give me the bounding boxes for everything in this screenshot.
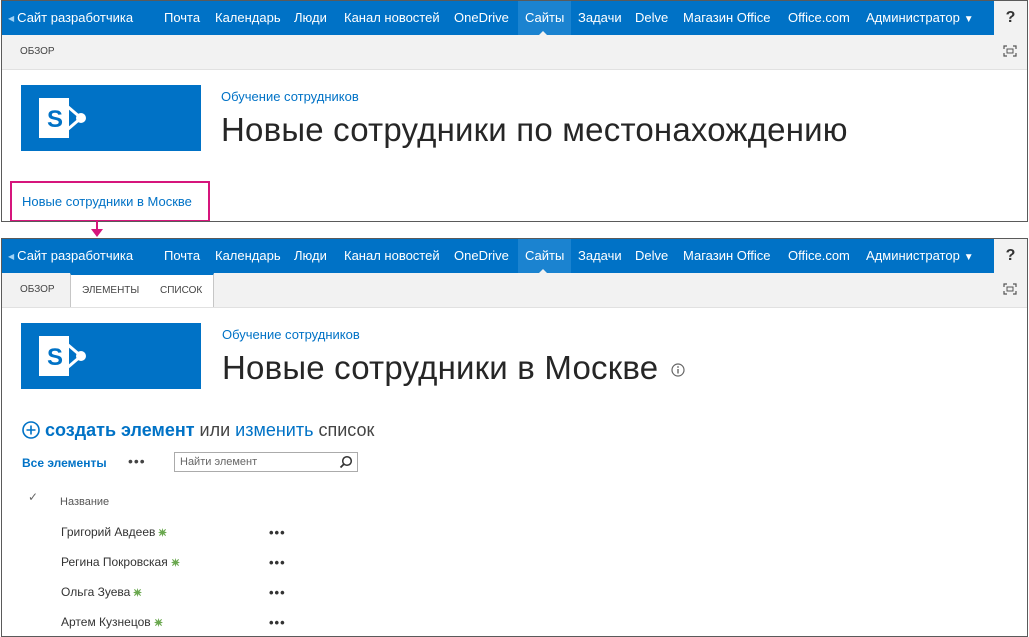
nav-onedrive[interactable]: OneDrive	[454, 1, 509, 35]
item-more-button[interactable]: •••	[269, 525, 286, 540]
ribbon: ОБЗОР	[2, 35, 1027, 70]
nav-delve[interactable]: Delve	[635, 239, 668, 273]
nav-newsfeed[interactable]: Канал новостей	[344, 1, 440, 35]
nav-newsfeed[interactable]: Канал новостей	[344, 239, 440, 273]
page-title: Новые сотрудники в Москве	[222, 349, 659, 386]
nav-calendar[interactable]: Календарь	[215, 239, 281, 273]
list-item[interactable]: Артем Кузнецов	[61, 615, 163, 629]
back-caret-icon: ◀	[8, 252, 15, 261]
list-text: список	[318, 420, 375, 440]
nav-mail[interactable]: Почта	[164, 1, 200, 35]
callout-arrow-head-icon	[91, 229, 103, 237]
search-input[interactable]	[175, 453, 340, 471]
nav-office-com[interactable]: Office.com	[788, 1, 850, 35]
list-item[interactable]: Регина Покровская	[61, 555, 180, 569]
help-button[interactable]: ?	[994, 239, 1027, 273]
new-item-icon	[153, 618, 163, 627]
nav-people[interactable]: Люди	[294, 1, 327, 35]
ribbon: ОБЗОР ЭЛЕМЕНТЫ СПИСОК	[2, 273, 1027, 308]
nav-office-store[interactable]: Магазин Office	[683, 1, 770, 35]
nav-calendar[interactable]: Календарь	[215, 1, 281, 35]
back-caret-icon: ◀	[8, 14, 15, 23]
contextual-tab-group: ЭЛЕМЕНТЫ СПИСОК	[70, 273, 214, 307]
list-item[interactable]: Григорий Авдеев	[61, 525, 168, 539]
chevron-down-icon: ▼	[963, 14, 974, 25]
tab-items[interactable]: ЭЛЕМЕНТЫ	[82, 275, 139, 307]
breadcrumb-site-link[interactable]: Обучение сотрудников	[222, 327, 360, 342]
tab-list[interactable]: СПИСОК	[160, 275, 202, 307]
nav-tasks[interactable]: Задачи	[578, 1, 622, 35]
new-item-icon	[133, 588, 143, 597]
nav-office-com[interactable]: Office.com	[788, 239, 850, 273]
focus-on-content-icon[interactable]	[1003, 45, 1017, 57]
new-item-icon	[170, 558, 180, 567]
svg-text:S: S	[47, 344, 63, 371]
select-all-checkmark-icon[interactable]: ✓	[28, 490, 38, 504]
nav-developer-site[interactable]: ◀ Сайт разработчика	[8, 239, 133, 273]
help-button[interactable]: ?	[994, 1, 1027, 35]
nav-onedrive[interactable]: OneDrive	[454, 239, 509, 273]
tab-browse[interactable]: ОБЗОР	[14, 35, 61, 69]
edit-list-link[interactable]: изменить	[235, 420, 313, 440]
nav-delve[interactable]: Delve	[635, 1, 668, 35]
create-edit-row: создать элемент или изменить список	[22, 420, 374, 441]
site-page-panel: ◀ Сайт разработчика Почта Календарь Люди …	[1, 0, 1028, 222]
item-more-button[interactable]: •••	[269, 615, 286, 630]
nav-admin-menu[interactable]: Администратор ▼	[866, 239, 974, 273]
list-item[interactable]: Ольга Зуева	[61, 585, 143, 599]
tab-browse[interactable]: ОБЗОР	[14, 273, 61, 307]
nav-people[interactable]: Люди	[294, 239, 327, 273]
sharepoint-logo-icon: S	[39, 98, 86, 138]
item-more-button[interactable]: •••	[269, 555, 286, 570]
page-title-row: Новые сотрудники в Москве	[222, 349, 685, 387]
add-circle-icon[interactable]	[22, 421, 40, 439]
page-title: Новые сотрудники по местонахождению	[221, 111, 848, 148]
sharepoint-logo-icon: S	[39, 336, 86, 376]
site-logo[interactable]: S	[21, 323, 201, 389]
item-more-button[interactable]: •••	[269, 585, 286, 600]
view-all-items[interactable]: Все элементы	[22, 456, 107, 470]
column-header-title[interactable]: Название	[60, 496, 109, 508]
new-item-icon	[158, 528, 168, 537]
nav-sites[interactable]: Сайты	[518, 1, 572, 36]
site-logo[interactable]: S	[21, 85, 201, 151]
nav-office-store[interactable]: Магазин Office	[683, 239, 770, 273]
suite-bar: ◀ Сайт разработчика Почта Календарь Люди …	[2, 1, 1027, 36]
highlight-callout: Новые сотрудники в Москве	[10, 181, 210, 221]
list-page-panel: ◀ Сайт разработчика Почта Календарь Люди …	[1, 238, 1028, 637]
chevron-down-icon: ▼	[963, 252, 974, 263]
nav-mail[interactable]: Почта	[164, 239, 200, 273]
focus-on-content-icon[interactable]	[1003, 283, 1017, 295]
or-text: или	[199, 420, 231, 440]
svg-text:S: S	[47, 106, 63, 133]
view-more-button[interactable]: •••	[128, 453, 146, 469]
breadcrumb-site-link[interactable]: Обучение сотрудников	[221, 89, 359, 104]
search-box	[174, 452, 358, 472]
nav-sites[interactable]: Сайты	[518, 239, 572, 274]
moscow-list-link[interactable]: Новые сотрудники в Москве	[22, 194, 192, 209]
nav-developer-site[interactable]: ◀ Сайт разработчика	[8, 1, 133, 35]
suite-bar: ◀ Сайт разработчика Почта Календарь Люди …	[2, 239, 1027, 274]
new-item-link[interactable]: создать элемент	[45, 420, 195, 440]
info-icon[interactable]	[671, 363, 685, 377]
nav-admin-menu[interactable]: Администратор ▼	[866, 1, 974, 35]
search-icon[interactable]	[339, 455, 353, 469]
nav-tasks[interactable]: Задачи	[578, 239, 622, 273]
